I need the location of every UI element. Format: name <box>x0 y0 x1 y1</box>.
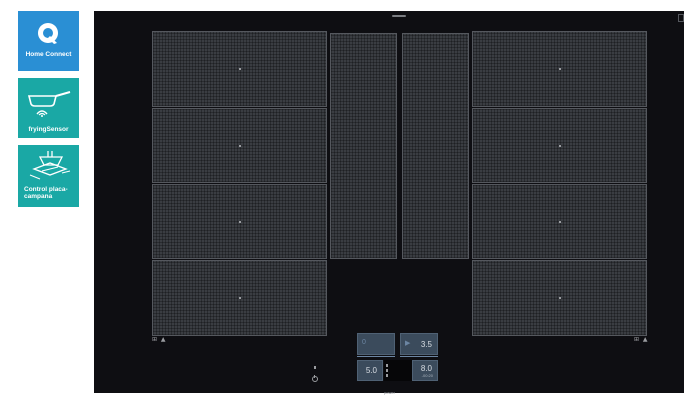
zone-center-dot <box>558 144 561 147</box>
control-label-line1: Control placa- <box>24 186 68 193</box>
cooking-zone-right-2[interactable] <box>472 108 647 183</box>
control-hob-hood-badge: Control placa- campana <box>18 145 79 207</box>
control-hob-hood-label: Control placa- campana <box>24 186 77 200</box>
zone-center-dot <box>238 68 241 70</box>
cooking-zone-left-3[interactable] <box>152 184 327 259</box>
control-top-right[interactable]: ▶ 3.5 <box>400 333 438 355</box>
control-label-line2: campana <box>24 193 53 200</box>
control-bottom-right[interactable]: 8.0 -00:20 <box>412 360 438 381</box>
control-top-left[interactable]: 0 <box>357 333 395 355</box>
corner-marker-icon <box>678 14 684 22</box>
home-connect-badge: Home Connect <box>18 11 79 71</box>
zone-center-dot <box>558 297 561 299</box>
frying-sensor-label: fryingSensor <box>28 126 69 133</box>
cooking-zone-right-4[interactable] <box>472 260 647 336</box>
cooking-zone-center-right[interactable] <box>402 33 469 259</box>
control-top-right-value: 3.5 <box>420 340 432 349</box>
cooking-zone-left-1[interactable] <box>152 31 327 107</box>
cooking-zone-center-left[interactable] <box>330 33 397 259</box>
power-icon[interactable] <box>312 375 318 382</box>
cooking-zone-left-2[interactable] <box>152 108 327 183</box>
control-center-display <box>384 360 412 381</box>
cooking-zone-right-1[interactable] <box>472 31 647 107</box>
control-bottom-left[interactable]: 5.0 <box>357 360 383 381</box>
control-divider-left <box>357 356 395 357</box>
left-indicator <box>314 366 316 369</box>
zone-center-dot <box>558 220 561 223</box>
top-handle-indicator <box>392 15 406 17</box>
frying-pan-icon <box>27 91 71 117</box>
corner-icons-right: ⊞ ▲ <box>634 336 649 343</box>
indicator-mark <box>386 374 388 377</box>
zone-center-dot <box>558 68 561 70</box>
cooking-zone-left-4[interactable] <box>152 260 327 336</box>
hob-hood-control-icon <box>29 151 71 180</box>
zone-center-dot <box>238 144 241 147</box>
zone-center-dot <box>238 220 241 223</box>
indicator-mark <box>386 364 388 367</box>
control-bottom-right-sub: -00:20 <box>421 373 433 378</box>
corner-icons-left: ⊞ ▲ <box>152 336 167 343</box>
play-icon: ▶ <box>405 340 411 347</box>
home-connect-label: Home Connect <box>25 51 72 58</box>
control-divider-right <box>400 356 438 357</box>
control-top-left-symbol: 0 <box>362 339 366 346</box>
home-connect-icon <box>38 23 59 44</box>
cooking-zone-right-3[interactable] <box>472 184 647 259</box>
frying-sensor-badge: fryingSensor <box>18 78 79 138</box>
control-bottom-right-value: 8.0 <box>420 364 432 373</box>
indicator-mark <box>386 369 388 372</box>
zone-center-dot <box>238 297 241 299</box>
control-bottom-left-value: 5.0 <box>365 366 377 375</box>
induction-cooktop: ⊞ ▲ ⊞ ▲ 0 ▶ 3.5 5.0 8.0 -00:20 power <box>94 11 684 395</box>
